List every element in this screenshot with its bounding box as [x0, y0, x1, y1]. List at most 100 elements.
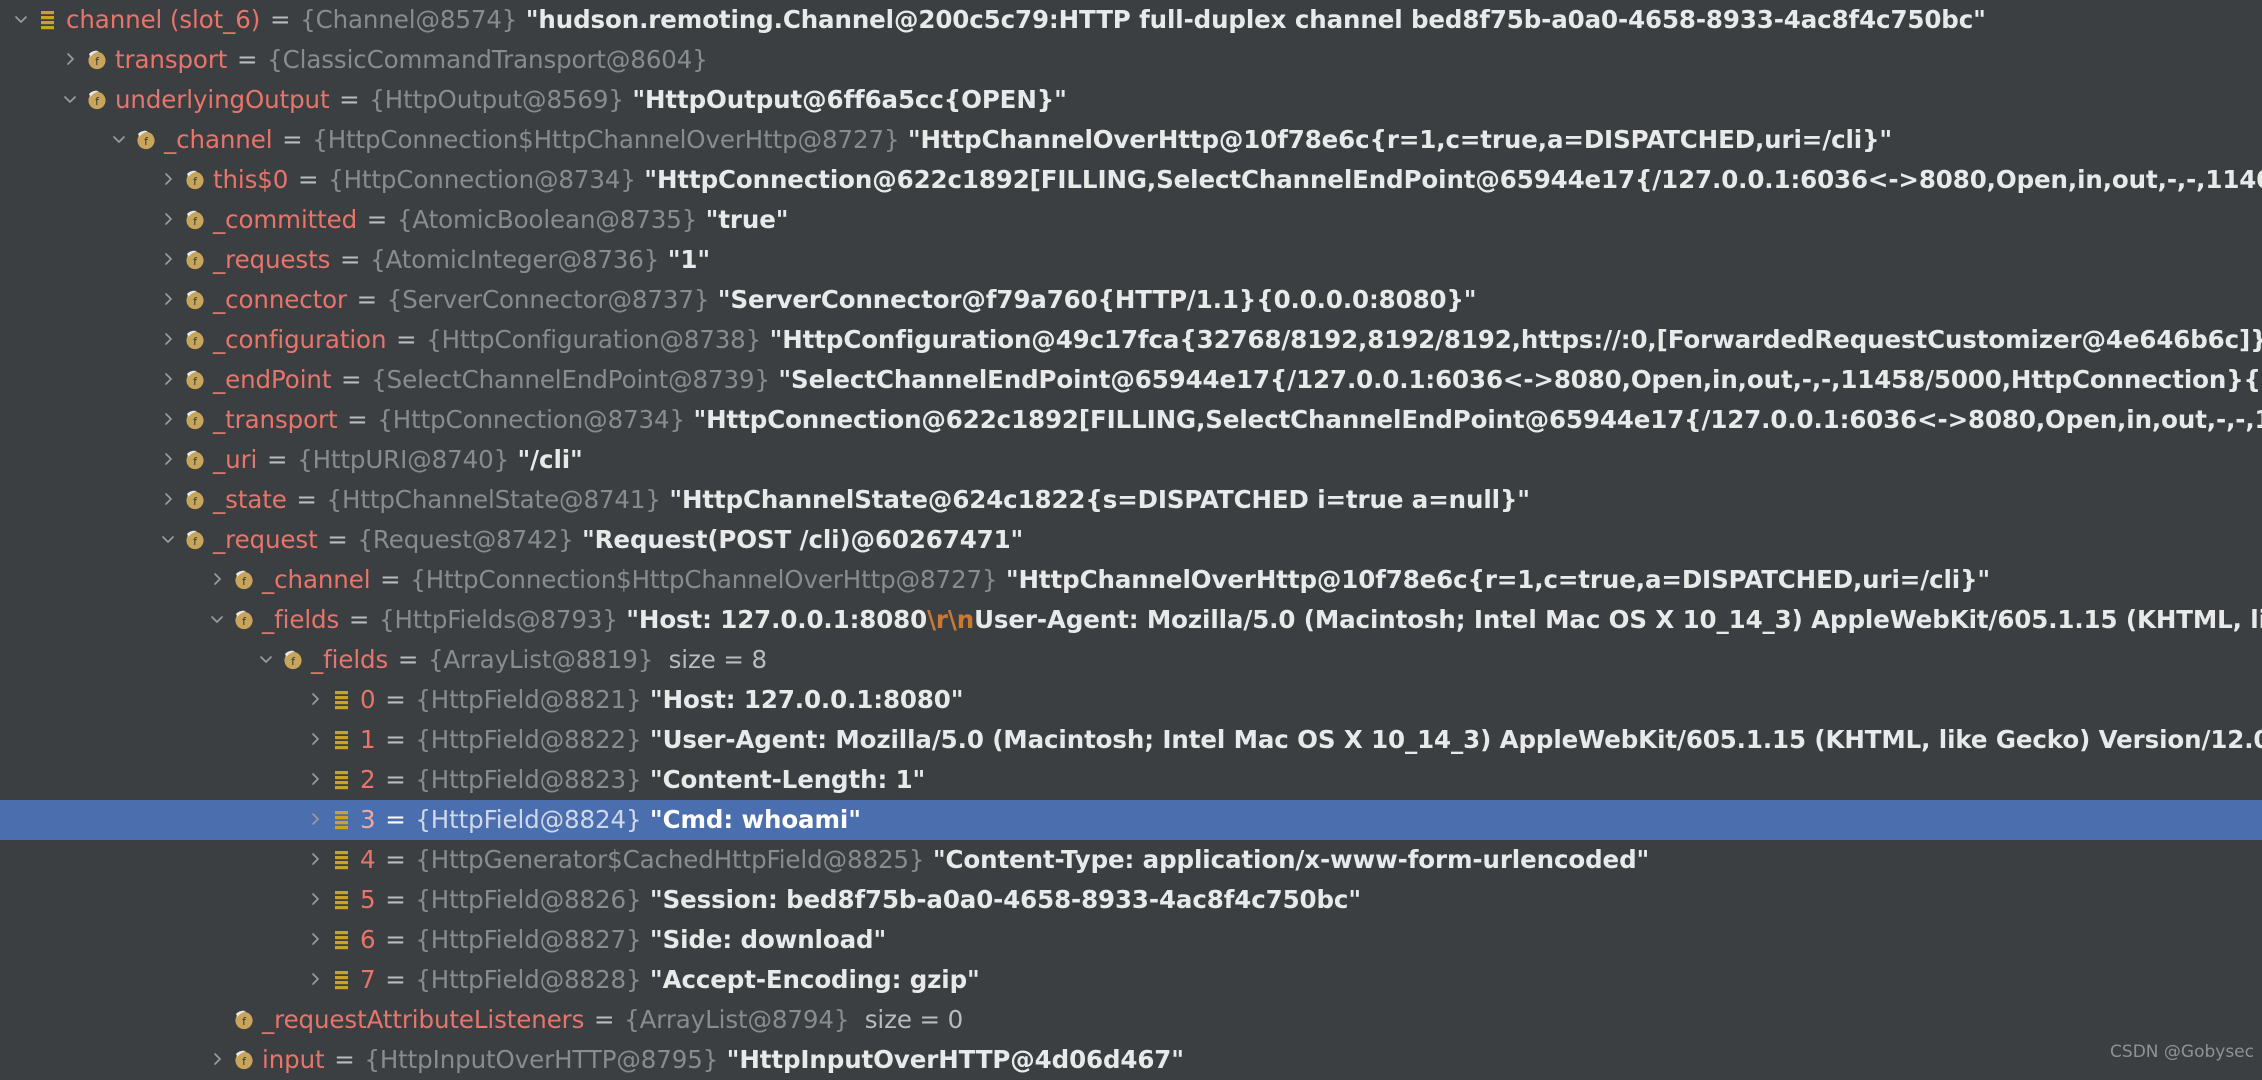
- equals-sign: =: [337, 405, 377, 434]
- field-icon: f: [181, 360, 211, 400]
- chevron-right-icon[interactable]: [302, 760, 328, 800]
- chevron-right-icon[interactable]: [155, 360, 181, 400]
- tree-row[interactable]: finput = {HttpInputOverHTTP@8795} "HttpI…: [0, 1040, 2262, 1080]
- chevron-right-icon: [307, 971, 323, 987]
- field-icon: f: [181, 200, 211, 240]
- chevron-right-icon[interactable]: [155, 200, 181, 240]
- tree-row[interactable]: f_transport = {HttpConnection@8734} "Htt…: [0, 400, 2262, 440]
- chevron-right-icon[interactable]: [204, 1040, 230, 1080]
- equals-sign: =: [331, 365, 371, 394]
- tree-row[interactable]: fthis$0 = {HttpConnection@8734} "HttpCon…: [0, 160, 2262, 200]
- tree-row[interactable]: f_channel = {HttpConnection$HttpChannelO…: [0, 120, 2262, 160]
- chevron-right-icon[interactable]: [57, 40, 83, 80]
- chevron-down-icon[interactable]: [106, 120, 132, 160]
- tree-row[interactable]: f_committed = {AtomicBoolean@8735} "true…: [0, 200, 2262, 240]
- chevron-right-icon: [209, 1051, 225, 1067]
- tree-row[interactable]: 6 = {HttpField@8827} "Side: download": [0, 920, 2262, 960]
- field-icon: f: [181, 440, 211, 480]
- field-icon: f: [181, 160, 211, 200]
- equals-sign: =: [347, 285, 387, 314]
- chevron-right-icon[interactable]: [302, 720, 328, 760]
- variable-value: "User-Agent: Mozilla/5.0 (Macintosh; Int…: [641, 725, 2262, 754]
- array-index: 1: [360, 725, 376, 754]
- chevron-right-icon[interactable]: [302, 800, 328, 840]
- variable-value: "HttpOutput@6ff6a5cc{OPEN}": [624, 85, 1067, 114]
- chevron-down-icon[interactable]: [8, 0, 34, 40]
- tree-row[interactable]: f_fields = {ArrayList@8819} size = 8: [0, 640, 2262, 680]
- debugger-variables-tree[interactable]: channel (slot_6) = {Channel@8574} "hudso…: [0, 0, 2262, 1066]
- chevron-right-icon: [209, 571, 225, 587]
- variable-type: {AtomicInteger@8736}: [370, 245, 659, 274]
- equals-sign: =: [584, 1005, 624, 1034]
- variable-type: {ClassicCommandTransport@8604}: [267, 45, 708, 74]
- chevron-right-icon[interactable]: [302, 920, 328, 960]
- equals-sign: =: [386, 325, 426, 354]
- chevron-right-icon: [62, 51, 78, 67]
- tree-row[interactable]: f_state = {HttpChannelState@8741} "HttpC…: [0, 480, 2262, 520]
- tree-row[interactable]: channel (slot_6) = {Channel@8574} "hudso…: [0, 0, 2262, 40]
- chevron-right-icon: [307, 891, 323, 907]
- chevron-right-icon[interactable]: [302, 840, 328, 880]
- tree-row[interactable]: 7 = {HttpField@8828} "Accept-Encoding: g…: [0, 960, 2262, 1000]
- equals-sign: =: [388, 645, 428, 674]
- tree-row[interactable]: f_fields = {HttpFields@8793} "Host: 127.…: [0, 600, 2262, 640]
- tree-row[interactable]: f_uri = {HttpURI@8740} "/cli": [0, 440, 2262, 480]
- variable-value: "HttpChannelState@624c1822{s=DISPATCHED …: [661, 485, 1530, 514]
- escape-sequence: \r\n: [927, 605, 974, 634]
- tree-row[interactable]: f_requestAttributeListeners = {ArrayList…: [0, 1000, 2262, 1040]
- chevron-right-icon[interactable]: [302, 960, 328, 1000]
- chevron-right-icon[interactable]: [302, 880, 328, 920]
- chevron-right-icon[interactable]: [155, 480, 181, 520]
- variable-value: "true": [697, 205, 788, 234]
- chevron-right-icon[interactable]: [155, 400, 181, 440]
- chevron-right-icon: [160, 291, 176, 307]
- chevron-right-icon[interactable]: [155, 320, 181, 360]
- tree-row[interactable]: f_endPoint = {SelectChannelEndPoint@8739…: [0, 360, 2262, 400]
- tree-row[interactable]: 2 = {HttpField@8823} "Content-Length: 1": [0, 760, 2262, 800]
- chevron-down-icon: [258, 651, 274, 667]
- tree-row[interactable]: 3 = {HttpField@8824} "Cmd: whoami": [0, 800, 2262, 840]
- tree-row[interactable]: ftransport = {ClassicCommandTransport@86…: [0, 40, 2262, 80]
- tree-row[interactable]: 5 = {HttpField@8826} "Session: bed8f75b-…: [0, 880, 2262, 920]
- chevron-right-icon[interactable]: [302, 680, 328, 720]
- equals-sign: =: [287, 485, 327, 514]
- variable-value: "Accept-Encoding: gzip": [641, 965, 979, 994]
- field-icon: f: [181, 400, 211, 440]
- variable-value: "HttpConnection@622c1892[FILLING,SelectC…: [685, 405, 2262, 434]
- field-icon: f: [132, 120, 162, 160]
- field-icon: f: [181, 240, 211, 280]
- variable-value: "Side: download": [641, 925, 886, 954]
- tree-row[interactable]: 4 = {HttpGenerator$CachedHttpField@8825}…: [0, 840, 2262, 880]
- tree-row[interactable]: f_configuration = {HttpConfiguration@873…: [0, 320, 2262, 360]
- tree-row[interactable]: f_request = {Request@8742} "Request(POST…: [0, 520, 2262, 560]
- chevron-right-icon: [160, 371, 176, 387]
- tree-row[interactable]: funderlyingOutput = {HttpOutput@8569} "H…: [0, 80, 2262, 120]
- chevron-right-icon: [307, 851, 323, 867]
- variable-type: {HttpGenerator$CachedHttpField@8825}: [415, 845, 924, 874]
- tree-row[interactable]: 0 = {HttpField@8821} "Host: 127.0.0.1:80…: [0, 680, 2262, 720]
- tree-row[interactable]: 1 = {HttpField@8822} "User-Agent: Mozill…: [0, 720, 2262, 760]
- tree-row[interactable]: f_connector = {ServerConnector@8737} "Se…: [0, 280, 2262, 320]
- tree-row[interactable]: f_requests = {AtomicInteger@8736} "1": [0, 240, 2262, 280]
- chevron-down-icon[interactable]: [57, 80, 83, 120]
- chevron-right-icon[interactable]: [155, 280, 181, 320]
- variable-type: {HttpField@8826}: [415, 885, 641, 914]
- array-icon: [328, 720, 358, 760]
- chevron-down-icon[interactable]: [155, 520, 181, 560]
- equals-sign: =: [376, 965, 416, 994]
- chevron-right-icon: [307, 811, 323, 827]
- variable-type: {HttpChannelState@8741}: [327, 485, 661, 514]
- variable-type: {ArrayList@8819}: [428, 645, 653, 674]
- chevron-right-icon: [160, 411, 176, 427]
- chevron-down-icon: [111, 131, 127, 147]
- chevron-right-icon[interactable]: [204, 560, 230, 600]
- chevron-right-icon[interactable]: [155, 160, 181, 200]
- chevron-down-icon[interactable]: [253, 640, 279, 680]
- chevron-right-icon[interactable]: [155, 240, 181, 280]
- chevron-down-icon[interactable]: [204, 600, 230, 640]
- variable-value: "HttpConnection@622c1892[FILLING,SelectC…: [636, 165, 2262, 194]
- tree-row[interactable]: f_channel = {HttpConnection$HttpChannelO…: [0, 560, 2262, 600]
- variable-name: transport: [115, 45, 227, 74]
- chevron-right-icon[interactable]: [155, 440, 181, 480]
- equals-sign: =: [376, 885, 416, 914]
